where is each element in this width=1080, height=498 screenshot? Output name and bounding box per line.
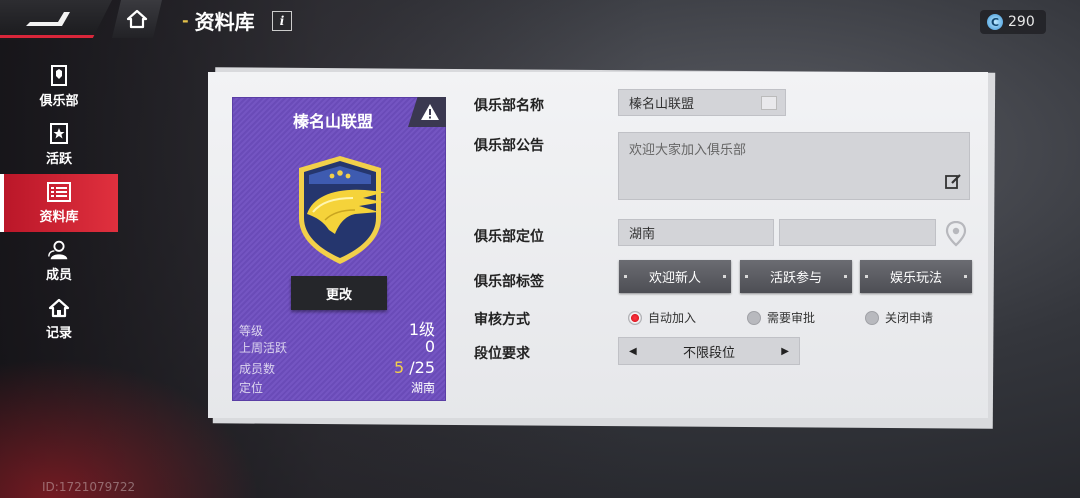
club-name: 榛名山联盟 — [292, 112, 373, 131]
back-tab[interactable] — [0, 0, 112, 40]
member-count-current: 5 — [393, 358, 405, 377]
stat-label: 成员数 — [239, 362, 276, 376]
sidebar-item-members[interactable]: 成员 — [0, 232, 118, 290]
rank-selector[interactable]: ◀ 不限段位 ▶ — [618, 337, 800, 365]
stat-label: 定位 — [239, 381, 264, 395]
club-notice-field[interactable]: 欢迎大家加入俱乐部 — [618, 132, 970, 200]
top-bar: - 资料库 i C 290 — [0, 0, 1080, 42]
club-location-label: 俱乐部定位 — [474, 229, 544, 245]
sidebar-item-label: 成员 — [45, 268, 72, 283]
club-name-field[interactable]: 榛名山联盟 — [618, 89, 786, 116]
currency-display[interactable]: C 290 — [980, 10, 1046, 34]
stat-level: 等级 1级 — [239, 316, 435, 339]
sidebar-item-club[interactable]: 俱乐部 — [0, 58, 118, 116]
sidebar-item-activity[interactable]: 活跃 — [0, 116, 118, 174]
club-emblem-icon — [295, 154, 385, 270]
members-icon — [47, 239, 71, 261]
sidebar-item-label: 活跃 — [45, 152, 72, 167]
radio-label: 自动加入 — [648, 311, 697, 325]
stat-value: 0 — [424, 337, 435, 356]
tag-button-fun[interactable]: 娱乐玩法 — [860, 260, 972, 293]
club-notice-value: 欢迎大家加入俱乐部 — [629, 143, 747, 158]
report-button[interactable] — [408, 97, 446, 127]
location-city-field[interactable] — [779, 219, 936, 246]
radio-selected-icon — [628, 310, 642, 325]
location-pin-icon[interactable] — [945, 220, 967, 251]
stat-weekly-activity: 上周活跃 0 — [239, 337, 435, 358]
rank-requirement-label: 段位要求 — [474, 346, 530, 362]
radio-label: 关闭申请 — [885, 311, 934, 325]
stat-label: 上周活跃 — [239, 341, 288, 355]
rank-value: 不限段位 — [682, 345, 735, 361]
edit-icon[interactable] — [945, 173, 961, 193]
sidebar-item-label: 俱乐部 — [39, 94, 79, 109]
database-icon — [47, 181, 71, 203]
currency-amount: 290 — [1008, 14, 1035, 30]
member-count-max: /25 — [409, 358, 435, 377]
page-title-text: 资料库 — [194, 10, 255, 34]
radio-label: 需要审批 — [767, 311, 816, 325]
location-value: 湖南 — [629, 227, 656, 242]
radio-closed[interactable]: 关闭申请 — [865, 309, 933, 326]
stat-members: 成员数 5 /25 — [239, 358, 435, 379]
user-id: ID:1721079722 — [42, 480, 136, 494]
sidebar-item-database[interactable]: 资料库 — [0, 174, 118, 232]
tag-button-active[interactable]: 活跃参与 — [740, 260, 852, 293]
info-icon[interactable]: i — [272, 11, 292, 31]
tab-accent-line — [0, 35, 100, 38]
radio-unselected-icon — [747, 310, 761, 325]
radio-need-approval[interactable]: 需要审批 — [747, 309, 815, 326]
club-notice-label: 俱乐部公告 — [474, 138, 544, 154]
review-method-label: 审核方式 — [474, 312, 530, 328]
club-tags-label: 俱乐部标签 — [474, 274, 544, 290]
home-record-icon — [47, 297, 71, 319]
home-icon — [126, 9, 148, 29]
arrow-right-icon[interactable]: ▶ — [781, 346, 789, 357]
club-card: 榛名山联盟 更改 等级 1级 上周活跃 0 成员数 5 /25 定位 湖南 — [232, 97, 446, 401]
activity-star-icon — [47, 123, 71, 145]
sidebar-item-records[interactable]: 记录 — [0, 290, 118, 348]
sidebar: 俱乐部 活跃 资料库 成员 记录 — [0, 58, 118, 348]
game-logo-icon — [22, 8, 74, 34]
warning-icon — [421, 104, 439, 120]
page-title: - 资料库 — [182, 6, 255, 35]
home-button[interactable] — [112, 0, 162, 38]
club-name-label: 俱乐部名称 — [474, 98, 544, 114]
sidebar-item-label: 资料库 — [39, 210, 79, 225]
tag-button-welcome[interactable]: 欢迎新人 — [619, 260, 731, 293]
club-stats: 等级 1级 上周活跃 0 成员数 5 /25 定位 湖南 — [239, 316, 435, 400]
radio-auto-join[interactable]: 自动加入 — [628, 309, 696, 326]
sidebar-item-label: 记录 — [45, 326, 72, 341]
arrow-left-icon[interactable]: ◀ — [629, 346, 637, 357]
copy-icon[interactable] — [761, 96, 777, 110]
club-name-value: 榛名山联盟 — [629, 97, 695, 112]
stat-value: 湖南 — [410, 381, 435, 395]
change-emblem-button[interactable]: 更改 — [291, 276, 387, 310]
location-province-field[interactable]: 湖南 — [618, 219, 774, 246]
stat-location: 定位 湖南 — [239, 379, 435, 400]
stat-label: 等级 — [239, 324, 264, 338]
club-card-icon — [47, 65, 71, 87]
radio-unselected-icon — [865, 310, 879, 325]
stat-value: 5 /25 — [394, 358, 435, 377]
coin-icon: C — [987, 14, 1003, 30]
